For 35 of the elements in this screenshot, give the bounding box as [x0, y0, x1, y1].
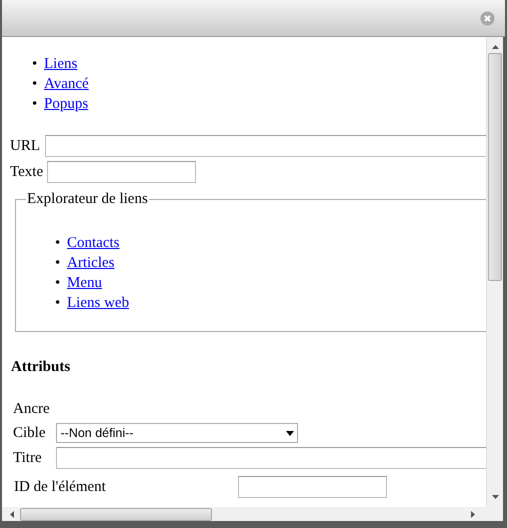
scroll-up-icon[interactable] — [492, 45, 498, 49]
bullet: • — [32, 75, 38, 94]
element-id-label: ID de l'élément — [14, 478, 106, 496]
scroll-down-icon[interactable] — [492, 495, 498, 499]
title-label: Titre — [13, 450, 42, 466]
horizontal-scrollbar[interactable] — [2, 507, 503, 521]
browser-link[interactable]: Liens web — [67, 293, 130, 313]
tab-link[interactable]: Liens — [44, 54, 78, 74]
element-id-field[interactable] — [238, 476, 387, 498]
bullet: • — [32, 95, 38, 114]
url-label: URL — [10, 138, 40, 154]
scroll-right-icon[interactable] — [471, 510, 475, 518]
caret-icon — [286, 430, 294, 436]
tab-link[interactable]: Popups — [44, 94, 88, 114]
bullet: • — [55, 294, 62, 313]
bullet: • — [55, 274, 62, 293]
scroll-left-icon[interactable] — [10, 510, 14, 518]
anchor-label: Ancre — [13, 400, 50, 418]
text-label: Texte — [10, 164, 44, 180]
browser-link[interactable]: Contacts — [67, 233, 120, 253]
browser-link[interactable]: Menu — [67, 273, 102, 293]
url-field[interactable] — [45, 135, 486, 157]
target-select[interactable]: --Non défini-- — [56, 423, 298, 443]
bullet: • — [55, 234, 62, 253]
browser-link[interactable]: Articles — [67, 253, 114, 273]
panel-legend: Explorateur de liens — [26, 191, 149, 208]
text-field[interactable] — [47, 161, 196, 183]
bullet: • — [32, 55, 38, 74]
tab-link[interactable]: Avancé — [44, 74, 89, 94]
target-label: Cible — [13, 424, 46, 442]
bullet: • — [55, 254, 62, 273]
vertical-scrollbar[interactable] — [486, 37, 503, 507]
section-heading: Attributs — [11, 359, 72, 376]
title-field[interactable] — [56, 447, 486, 469]
close-icon[interactable] — [480, 10, 495, 26]
